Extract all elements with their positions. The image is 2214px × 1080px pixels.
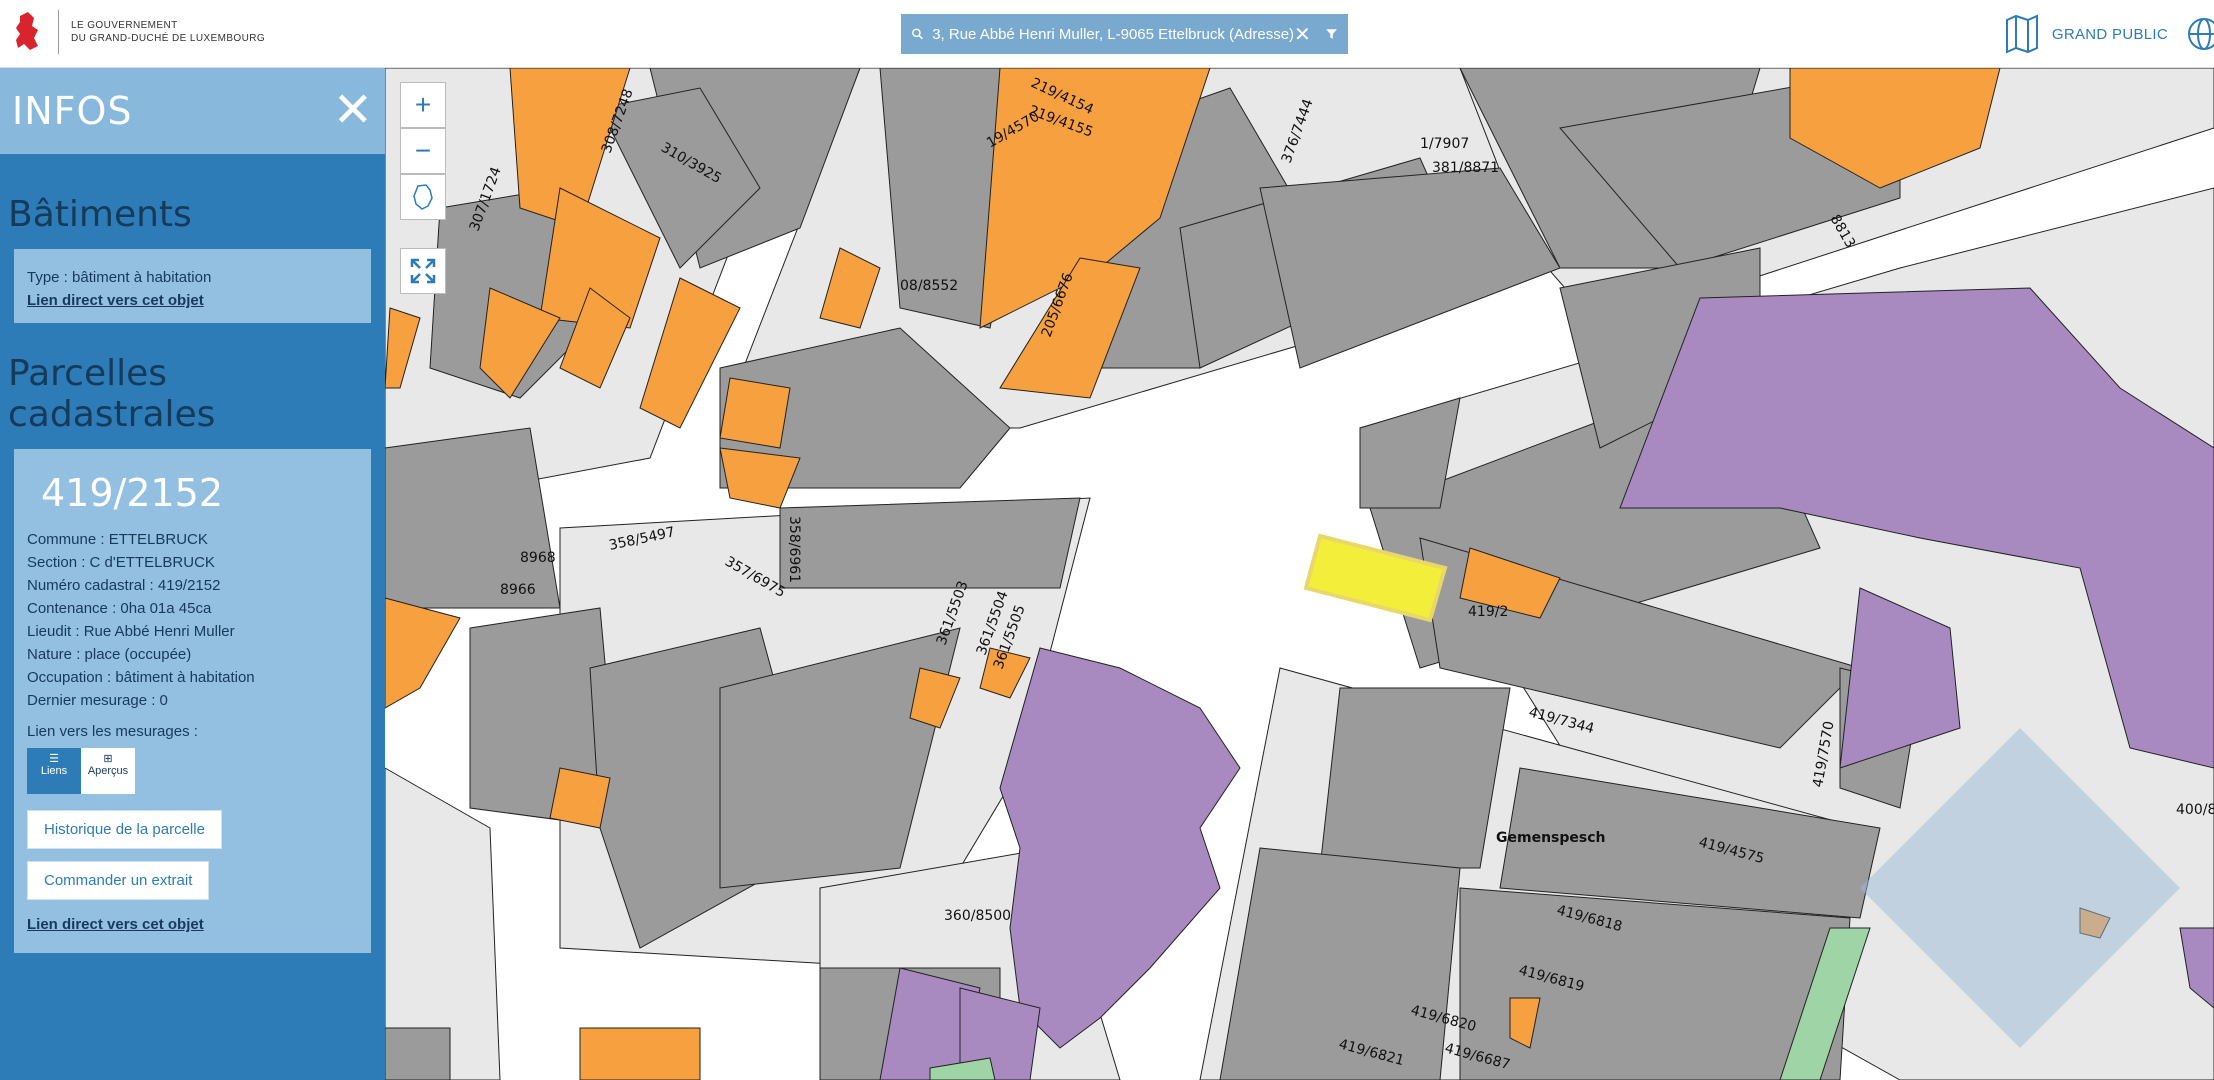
svg-text:400/8: 400/8 (2176, 802, 2214, 818)
close-icon[interactable]: ✕ (333, 87, 373, 135)
svg-text:8968: 8968 (520, 550, 556, 566)
logo-line-1: LE GOUVERNEMENT (71, 20, 178, 31)
panel-title: INFOS (12, 89, 133, 133)
parcelles-heading: Parcelles cadastrales (8, 353, 216, 435)
svg-text:8966: 8966 (500, 582, 536, 598)
parcel-field: Section : C d'ETTELBRUCK (27, 554, 215, 571)
zoom-controls: + − (400, 82, 446, 220)
luxembourg-extent-button[interactable] (400, 174, 446, 220)
svg-text:Gemenspesch: Gemenspesch (1496, 830, 1605, 846)
luxembourg-outline-icon (413, 184, 433, 210)
search-bar[interactable]: 3, Rue Abbé Henri Muller, L-9065 Ettelbr… (901, 14, 1348, 54)
top-bar: LE GOUVERNEMENT DU GRAND-DUCHÉ DE LUXEMB… (0, 0, 2214, 68)
globe-icon[interactable] (2186, 16, 2214, 52)
lion-icon (16, 12, 38, 50)
logo-text: LE GOUVERNEMENT DU GRAND-DUCHÉ DE LUXEMB… (71, 19, 265, 45)
parcel-field: Nature : place (occupée) (27, 646, 192, 663)
building-type: Type : bâtiment à habitation (27, 269, 212, 286)
search-icon (912, 28, 923, 40)
building-direct-link[interactable]: Lien direct vers cet objet (27, 292, 204, 309)
order-extract-button[interactable]: Commander un extrait (27, 861, 210, 900)
svg-text:1/7907: 1/7907 (1420, 136, 1469, 152)
clear-search-icon[interactable]: ✕ (1294, 22, 1311, 47)
search-input[interactable]: 3, Rue Abbé Henri Muller, L-9065 Ettelbr… (932, 26, 1294, 43)
parcel-card: 419/2152 Commune : ETTELBRUCK Section : … (14, 449, 371, 953)
parcel-field: Dernier mesurage : 0 (27, 692, 168, 709)
toggle-liens-label: Liens (40, 765, 68, 777)
logo-line-2: DU GRAND-DUCHÉ DE LUXEMBOURG (71, 33, 265, 44)
svg-text:358/6961: 358/6961 (786, 516, 802, 583)
parcel-direct-link[interactable]: Lien direct vers cet objet (27, 916, 358, 933)
svg-text:381/8871: 381/8871 (1432, 160, 1499, 176)
mesurages-label: Lien vers les mesurages : (27, 723, 198, 740)
logo-divider (58, 10, 59, 54)
list-icon: ☰ (49, 753, 59, 765)
info-panel: INFOS ✕ Bâtiments Type : bâtiment à habi… (0, 68, 385, 1080)
svg-text:360/8500: 360/8500 (944, 908, 1011, 924)
toggle-apercus-label: Aperçus (87, 765, 129, 777)
parcel-field: Commune : ETTELBRUCK (27, 531, 208, 548)
filter-icon[interactable] (1325, 23, 1338, 45)
right-nav: GRAND PUBLIC (2004, 12, 2214, 56)
government-logo[interactable]: LE GOUVERNEMENT DU GRAND-DUCHÉ DE LUXEMB… (10, 10, 265, 54)
zoom-out-button[interactable]: − (400, 128, 446, 174)
zoom-in-button[interactable]: + (400, 82, 446, 128)
batiments-card: Type : bâtiment à habitation Lien direct… (14, 249, 371, 323)
svg-text:419/2: 419/2 (1468, 604, 1508, 620)
parcel-field: Lieudit : Rue Abbé Henri Muller (27, 623, 235, 640)
view-toggle: ☰ Liens ⊞ Aperçus (27, 748, 358, 794)
batiments-heading: Bâtiments (8, 194, 192, 235)
parcel-number: 419/2152 (41, 471, 224, 515)
parcel-history-button[interactable]: Historique de la parcelle (27, 810, 222, 849)
parcel-field: Contenance : 0ha 01a 45ca (27, 600, 212, 617)
svg-text:08/8552: 08/8552 (900, 278, 958, 294)
panel-header: INFOS ✕ (0, 68, 385, 154)
toggle-apercus[interactable]: ⊞ Aperçus (81, 748, 135, 794)
grid-icon: ⊞ (103, 753, 113, 765)
parcel-field: Numéro cadastral : 419/2152 (27, 577, 221, 594)
fullscreen-icon (410, 258, 436, 284)
map-icon[interactable] (2004, 14, 2040, 54)
fullscreen-button[interactable] (400, 248, 446, 294)
audience-selector[interactable]: GRAND PUBLIC (2052, 26, 2168, 43)
parcel-field: Occupation : bâtiment à habitation (27, 669, 255, 686)
toggle-liens[interactable]: ☰ Liens (27, 748, 81, 794)
